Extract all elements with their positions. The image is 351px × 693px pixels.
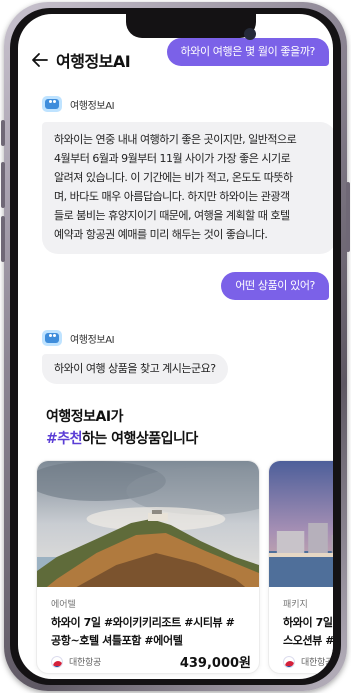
product-price: 439,000원 xyxy=(179,656,251,671)
camera xyxy=(244,28,256,40)
volume-down-button xyxy=(1,216,5,262)
recommend-title-line2: #추천하는 여행상품입니다 xyxy=(46,428,198,450)
back-arrow-icon[interactable] xyxy=(30,50,50,70)
user-message-bubble: 어떤 상품이 있어? xyxy=(221,272,329,300)
notch xyxy=(126,14,256,38)
bot-message-bubble: 하와이 여행 상품을 찾고 계시는군요? xyxy=(42,354,228,384)
bot-message-line: 들로 붐비는 휴양지이기 때문에, 여행을 계획할 때 호텔 xyxy=(54,209,290,222)
product-title-line2: 스오션뷰 #3일 xyxy=(283,634,333,647)
product-category: 에어텔 xyxy=(51,600,76,610)
page-title: 여행정보AI xyxy=(56,52,131,71)
product-card[interactable]: 패키지 하와이 7일 #와 스오션뷰 #3일 대한항공 xyxy=(268,460,333,674)
product-title: 하와이 7일 #와 스오션뷰 #3일 xyxy=(283,614,333,650)
bot-message-line: 알려져 있습니다. 이 기간에는 비가 적고, 온도도 따뜻하 xyxy=(54,171,293,184)
bot-message-line: 하와이는 연중 내내 여행하기 좋은 곳이지만, 일반적으로 xyxy=(54,133,297,146)
product-title-line1: 하와이 7일 #와이키키리조트 #시티뷰 # xyxy=(51,616,235,629)
recommend-title-line1: 여행정보AI가 xyxy=(46,409,123,425)
airline-name: 대한항공 xyxy=(69,658,101,668)
volume-up-button xyxy=(1,162,5,208)
recommend-title-rest: 하는 여행상품입니다 xyxy=(82,431,198,447)
product-title-line1: 하와이 7일 #와 xyxy=(283,616,333,629)
korean-air-logo-icon xyxy=(283,655,295,668)
bot-message-line: 예약과 항공권 예매를 미리 해두는 것이 좋습니다. xyxy=(54,228,268,241)
app-screen: 여행정보AI 하와이 여행은 몇 월이 좋을까? 여행정보AI 하와이는 연중 … xyxy=(18,14,333,679)
bot-avatar-icon xyxy=(42,330,62,346)
bot-avatar-icon xyxy=(42,96,62,112)
product-footer: 대한항공 xyxy=(283,655,333,668)
bot-message-line: 4월부터 6월과 9월부터 11월 사이가 가장 좋은 시기로 xyxy=(54,152,291,165)
product-category: 패키지 xyxy=(283,600,308,610)
power-button xyxy=(346,182,350,252)
bot-name: 여행정보AI xyxy=(70,334,115,346)
product-image xyxy=(37,461,259,587)
bot-message-bubble: 하와이는 연중 내내 여행하기 좋은 곳이지만, 일반적으로 4월부터 6월과 … xyxy=(42,122,333,254)
korean-air-logo-icon xyxy=(51,655,63,668)
recommend-title: 여행정보AI가 #추천하는 여행상품입니다 xyxy=(46,406,198,450)
product-title: 하와이 7일 #와이키키리조트 #시티뷰 # 공항~호텔 셔틀포함 #에어텔 xyxy=(51,614,235,650)
product-image xyxy=(269,461,333,587)
product-card[interactable]: 에어텔 하와이 7일 #와이키키리조트 #시티뷰 # 공항~호텔 셔틀포함 #에… xyxy=(36,460,260,674)
airline-name: 대한항공 xyxy=(301,658,333,668)
bot-header: 여행정보AI xyxy=(42,94,115,114)
user-message-bubble: 하와이 여행은 몇 월이 좋을까? xyxy=(166,38,329,66)
product-title-line2: 공항~호텔 셔틀포함 #에어텔 xyxy=(51,634,183,647)
bot-message-line: 며, 바다도 매우 아름답습니다. 하지만 하와이는 관광객 xyxy=(54,190,290,203)
silent-switch xyxy=(1,120,5,146)
phone-frame: 여행정보AI 하와이 여행은 몇 월이 좋을까? 여행정보AI 하와이는 연중 … xyxy=(1,2,350,691)
bot-header: 여행정보AI xyxy=(42,328,115,348)
product-footer: 대한항공 439,000원 xyxy=(51,655,251,671)
bot-name: 여행정보AI xyxy=(70,100,115,112)
recommend-hashtag: #추천 xyxy=(46,431,83,447)
